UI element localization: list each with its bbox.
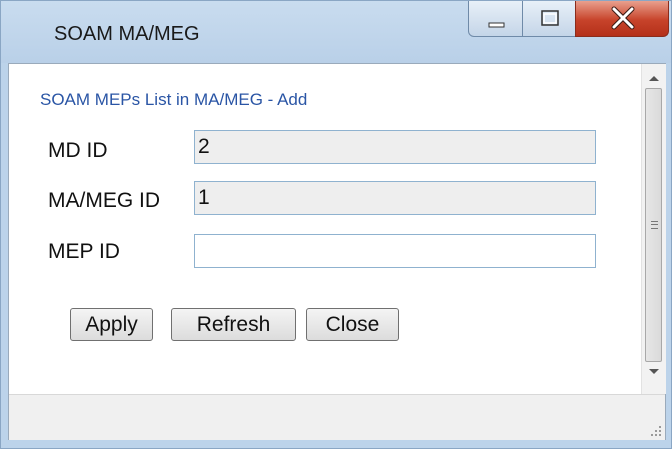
mep-id-field[interactable] (194, 234, 596, 268)
close-icon (611, 6, 635, 30)
scroll-down-arrow-icon[interactable] (649, 369, 659, 374)
maximize-button[interactable] (522, 1, 576, 37)
status-bar (9, 394, 665, 440)
close-window-button[interactable] (575, 1, 669, 37)
scroll-up-arrow-icon[interactable] (649, 76, 659, 81)
close-button[interactable]: Close (306, 308, 399, 341)
minimize-button[interactable] (468, 1, 523, 37)
maximize-icon (541, 10, 559, 26)
grip-icon (651, 221, 658, 229)
md-id-label: MD ID (48, 139, 108, 162)
ma-meg-id-field[interactable] (194, 181, 596, 215)
window-title: SOAM MA/MEG (54, 23, 200, 45)
minimize-icon (488, 22, 505, 28)
md-id-field[interactable] (194, 130, 596, 164)
ma-meg-id-label: MA/MEG ID (48, 189, 161, 212)
apply-button[interactable]: Apply (70, 308, 153, 341)
mep-id-label: MEP ID (48, 240, 120, 263)
refresh-button[interactable]: Refresh (171, 308, 296, 341)
vertical-scrollbar[interactable] (641, 64, 666, 394)
dialog-content: SOAM MEPs List in MA/MEG - Add MD ID MA/… (8, 63, 666, 440)
dialog-window: SOAM MA/MEG SOAM MEPs List in MA/MEG - A… (0, 0, 672, 449)
scrollbar-thumb[interactable] (645, 88, 662, 362)
form-panel: SOAM MEPs List in MA/MEG - Add MD ID MA/… (9, 64, 641, 394)
resize-grip-icon[interactable] (650, 425, 662, 437)
title-bar[interactable]: SOAM MA/MEG (1, 1, 671, 63)
form-heading: SOAM MEPs List in MA/MEG - Add (40, 90, 308, 109)
